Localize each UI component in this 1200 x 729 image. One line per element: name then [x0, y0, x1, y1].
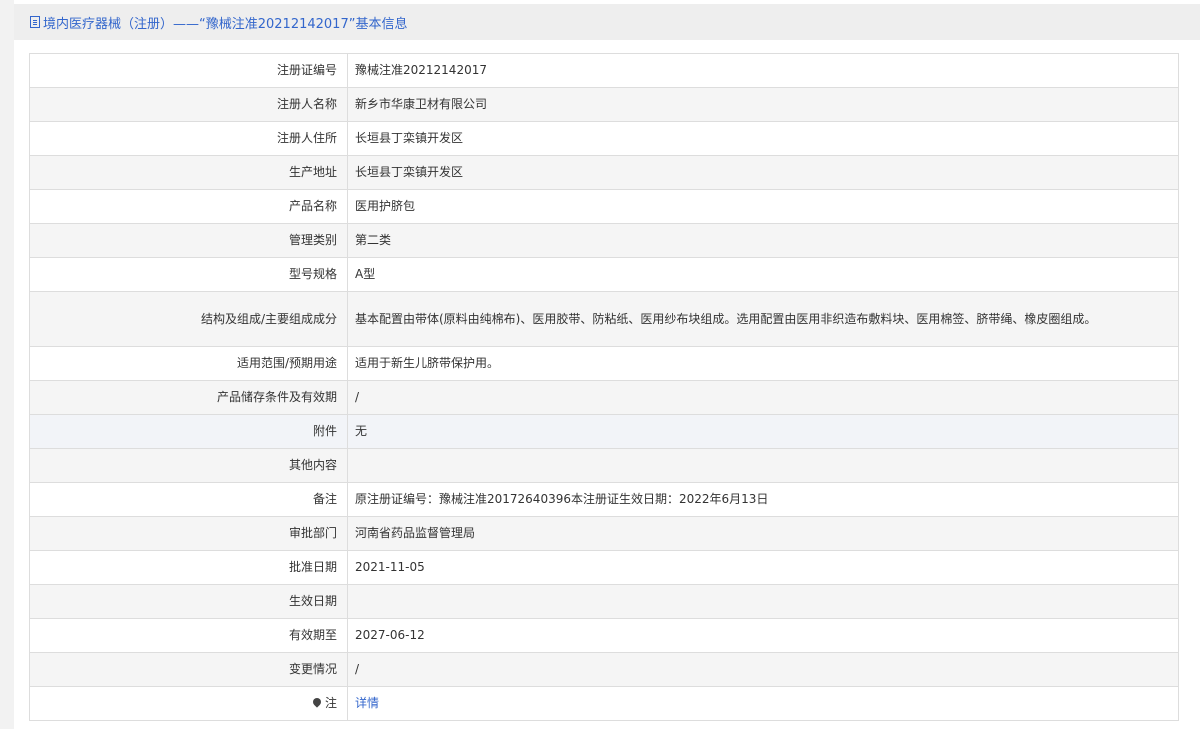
row-label: 适用范围/预期用途: [29, 346, 348, 381]
row-value: 豫械注准20212142017: [347, 53, 1179, 88]
row-label: 备注: [29, 482, 348, 517]
note-label-cell: 注: [29, 686, 348, 721]
row-value: 原注册证编号：豫械注准20172640396本注册证生效日期：2022年6月13…: [347, 482, 1179, 517]
row-label: 型号规格: [29, 257, 348, 292]
note-row: 注 详情: [29, 686, 1179, 721]
table-row: 审批部门 河南省药品监督管理局: [29, 516, 1179, 551]
row-label: 管理类别: [29, 223, 348, 258]
row-value: 第二类: [347, 223, 1179, 258]
left-gutter: [0, 0, 14, 729]
row-value: [347, 448, 1179, 483]
row-label: 生产地址: [29, 155, 348, 190]
table-row: 注册人名称 新乡市华康卫材有限公司: [29, 87, 1179, 122]
row-value: 2027-06-12: [347, 618, 1179, 653]
table-row: 生效日期: [29, 584, 1179, 619]
note-label: 注: [324, 696, 337, 710]
table-row: 结构及组成/主要组成成分 基本配置由带体(原料由纯棉布)、医用胶带、防粘纸、医用…: [29, 291, 1179, 347]
page-header: 境内医疗器械（注册）——“豫械注准20212142017”基本信息: [14, 4, 1200, 40]
row-label: 审批部门: [29, 516, 348, 551]
table-row: 附件 无: [29, 414, 1179, 449]
note-value-cell: 详情: [347, 686, 1179, 721]
page-title: 境内医疗器械（注册）——“豫械注准20212142017”基本信息: [43, 16, 408, 32]
row-label: 生效日期: [29, 584, 348, 619]
info-table: 注册证编号 豫械注准20212142017 注册人名称 新乡市华康卫材有限公司 …: [29, 53, 1179, 721]
row-label: 其他内容: [29, 448, 348, 483]
row-label: 变更情况: [29, 652, 348, 687]
row-label: 批准日期: [29, 550, 348, 585]
table-row: 注册证编号 豫械注准20212142017: [29, 53, 1179, 88]
table-row: 产品储存条件及有效期 /: [29, 380, 1179, 415]
row-label: 注册证编号: [29, 53, 348, 88]
row-value: 医用护脐包: [347, 189, 1179, 224]
table-row: 其他内容: [29, 448, 1179, 483]
row-value: 适用于新生儿脐带保护用。: [347, 346, 1179, 381]
table-row: 型号规格 A型: [29, 257, 1179, 292]
row-label: 注册人住所: [29, 121, 348, 156]
row-value: A型: [347, 257, 1179, 292]
row-value: 2021-11-05: [347, 550, 1179, 585]
row-label: 结构及组成/主要组成成分: [29, 291, 348, 347]
table-row: 适用范围/预期用途 适用于新生儿脐带保护用。: [29, 346, 1179, 381]
table-row: 生产地址 长垣县丁栾镇开发区: [29, 155, 1179, 190]
table-row: 备注 原注册证编号：豫械注准20172640396本注册证生效日期：2022年6…: [29, 482, 1179, 517]
table-row: 变更情况 /: [29, 652, 1179, 687]
table-row: 产品名称 医用护脐包: [29, 189, 1179, 224]
row-label: 产品储存条件及有效期: [29, 380, 348, 415]
row-value: 基本配置由带体(原料由纯棉布)、医用胶带、防粘纸、医用纱布块组成。选用配置由医用…: [347, 291, 1179, 347]
page-frame: 境内医疗器械（注册）——“豫械注准20212142017”基本信息 注册证编号 …: [0, 0, 1200, 729]
row-value: /: [347, 652, 1179, 687]
row-value: 河南省药品监督管理局: [347, 516, 1179, 551]
row-value: 新乡市华康卫材有限公司: [347, 87, 1179, 122]
row-label: 有效期至: [29, 618, 348, 653]
table-row: 注册人住所 长垣县丁栾镇开发区: [29, 121, 1179, 156]
row-label: 注册人名称: [29, 87, 348, 122]
row-value: 长垣县丁栾镇开发区: [347, 155, 1179, 190]
pin-icon: [311, 696, 323, 708]
table-row: 批准日期 2021-11-05: [29, 550, 1179, 585]
row-label: 附件: [29, 414, 348, 449]
row-value: /: [347, 380, 1179, 415]
details-link[interactable]: 详情: [355, 696, 379, 710]
table-row: 有效期至 2027-06-12: [29, 618, 1179, 653]
table-row: 管理类别 第二类: [29, 223, 1179, 258]
row-value: 长垣县丁栾镇开发区: [347, 121, 1179, 156]
document-icon: [30, 16, 40, 28]
row-value: 无: [347, 414, 1179, 449]
row-value: [347, 584, 1179, 619]
row-label: 产品名称: [29, 189, 348, 224]
